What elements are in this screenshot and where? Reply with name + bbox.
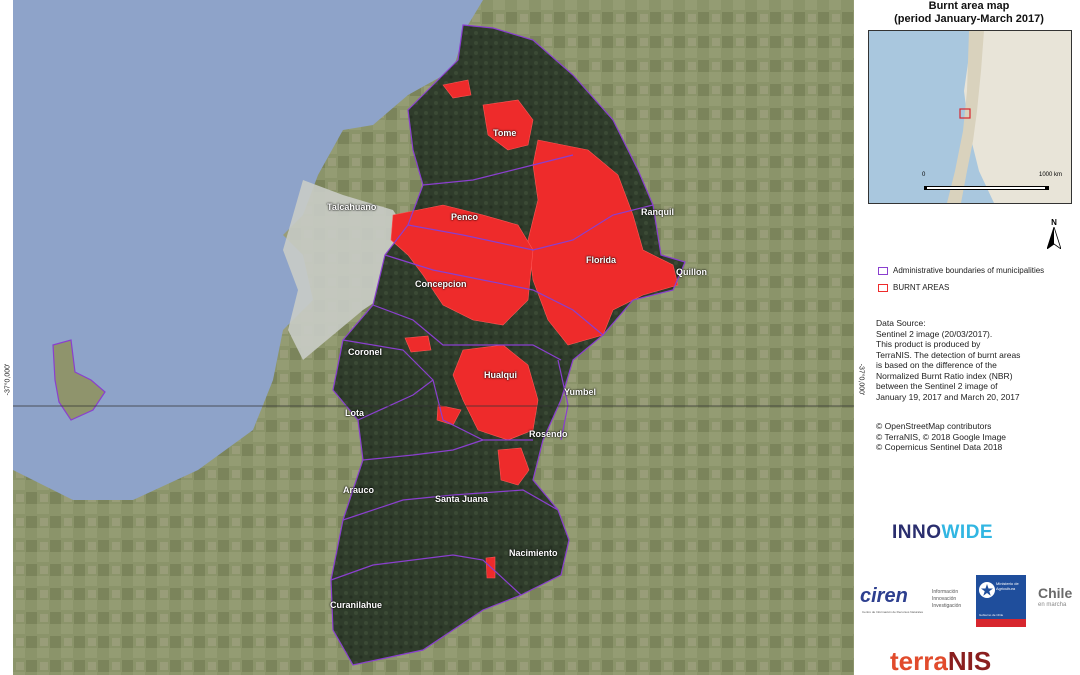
innowide-logo: INNOWIDE <box>892 522 993 544</box>
terranis-logo-part1: terra <box>890 646 948 675</box>
legend-label-boundaries: Administrative boundaries of municipalit… <box>893 266 1045 275</box>
label-florida: Florida <box>586 255 617 265</box>
inset-scale-start: 0 <box>922 172 926 178</box>
label-lota: Lota <box>345 408 364 418</box>
label-hualqui: Hualqui <box>484 370 517 380</box>
data-source-line: This product is produced by <box>876 339 981 349</box>
label-concepcion: Concepcion <box>415 279 467 289</box>
legend-swatch-burnt <box>878 283 888 292</box>
latitude-text-left: -37°0,000' <box>4 363 12 396</box>
map-title: Burnt area map (period January-March 201… <box>868 0 1070 28</box>
data-source-text: Data Source: Sentinel 2 image (20/03/201… <box>876 318 1072 402</box>
map-title-line2: (period January-March 2017) <box>894 13 1044 25</box>
north-arrow: N <box>1041 218 1067 258</box>
label-yumbel: Yumbel <box>564 387 597 397</box>
data-source-line: is based on the difference of the <box>876 360 997 370</box>
legend-item-burnt: BURNT AREAS <box>878 283 949 292</box>
inset-scale-end: 1000 km <box>1039 172 1063 178</box>
map-canvas <box>13 0 854 675</box>
data-source-line: January 19, 2017 and March 20, 2017 <box>876 391 1020 402</box>
label-coronel: Coronel <box>348 347 383 357</box>
legend-item-boundaries: Administrative boundaries of municipalit… <box>878 266 1044 275</box>
burnt-area-map[interactable]: Tome Talcahuano Penco Ranquil Florida Qu… <box>13 0 854 675</box>
ministry-red-stripe <box>976 619 1026 627</box>
ciren-tagline-line: Innovación <box>932 596 957 602</box>
ministry-title: Ministerio de Agricultura <box>996 581 1019 591</box>
label-arauco: Arauco <box>343 485 375 495</box>
credits-text: © OpenStreetMap contributors © TerraNIS,… <box>876 421 1072 453</box>
credit-line: © OpenStreetMap contributors <box>876 421 992 431</box>
label-ranquil: Ranquil <box>641 207 674 217</box>
legend-swatch-boundaries <box>878 266 888 275</box>
label-santa-juana: Santa Juana <box>435 494 489 504</box>
map-layout: -37°0,000' Tome Talcahuano Penco Ranquil… <box>0 0 1080 675</box>
latitude-label-left: -37°0,000' <box>0 352 13 412</box>
ciren-tagline: Información Innovación Investigación <box>932 589 961 610</box>
ciren-logo: ciren <box>860 585 908 607</box>
partner-logos: ciren Centro de Información de Recursos … <box>860 575 1080 627</box>
north-arrow-icon <box>1046 225 1062 251</box>
terranis-logo: terraNIS <box>890 646 991 675</box>
latitude-label-right: -37°0,000' <box>854 352 865 412</box>
innowide-logo-part2: WIDE <box>941 522 994 543</box>
innowide-logo-part1: INNO <box>892 522 942 543</box>
latitude-text-right: -37°0,000' <box>857 363 865 396</box>
north-letter: N <box>1051 218 1057 227</box>
legend-panel: Burnt area map (period January-March 201… <box>860 0 1080 675</box>
data-source-line: Normalized Burnt Ratio index (NBR) <box>876 370 1013 381</box>
credit-line: © Copernicus Sentinel Data 2018 <box>876 442 1003 452</box>
ministry-logo: Ministerio de Agricultura Gobierno de Ch… <box>976 575 1026 627</box>
label-talcahuano: Talcahuano <box>327 202 377 212</box>
data-source-line: TerraNIS. The detection of burnt areas <box>876 349 1021 360</box>
credit-line: © TerraNIS, © 2018 Google Image <box>876 431 1007 442</box>
ciren-subtitle: Centro de Información de Recursos Natura… <box>862 610 924 614</box>
chile-logo: Chile <box>1038 585 1073 601</box>
legend-label-burnt: BURNT AREAS <box>893 283 950 292</box>
data-source-line: Sentinel 2 image (20/03/2017). <box>876 328 993 339</box>
map-title-line1: Burnt area map <box>928 0 1010 12</box>
terranis-logo-part2: NIS <box>947 646 992 675</box>
label-curanilahue: Curanilahue <box>330 600 383 610</box>
label-penco: Penco <box>451 212 479 222</box>
inset-scale-bar-fill <box>927 187 1045 189</box>
data-source-line: between the Sentinel 2 image of <box>876 381 998 391</box>
location-inset-map[interactable]: 0 1000 km <box>868 30 1072 204</box>
data-source-line: Data Source: <box>876 318 926 328</box>
ciren-tagline-line: Información <box>932 589 959 595</box>
label-rosendo: Rosendo <box>529 429 568 439</box>
chile-logo-subtitle: en marcha <box>1038 602 1067 608</box>
ministry-emblem-icon <box>979 582 995 598</box>
ciren-tagline-line: Investigación <box>932 603 962 609</box>
label-nacimiento: Nacimiento <box>509 548 558 558</box>
label-tome: Tome <box>493 128 517 138</box>
ministry-footer: Gobierno de Chile <box>979 613 1004 617</box>
label-quillon: Quillon <box>676 267 707 277</box>
